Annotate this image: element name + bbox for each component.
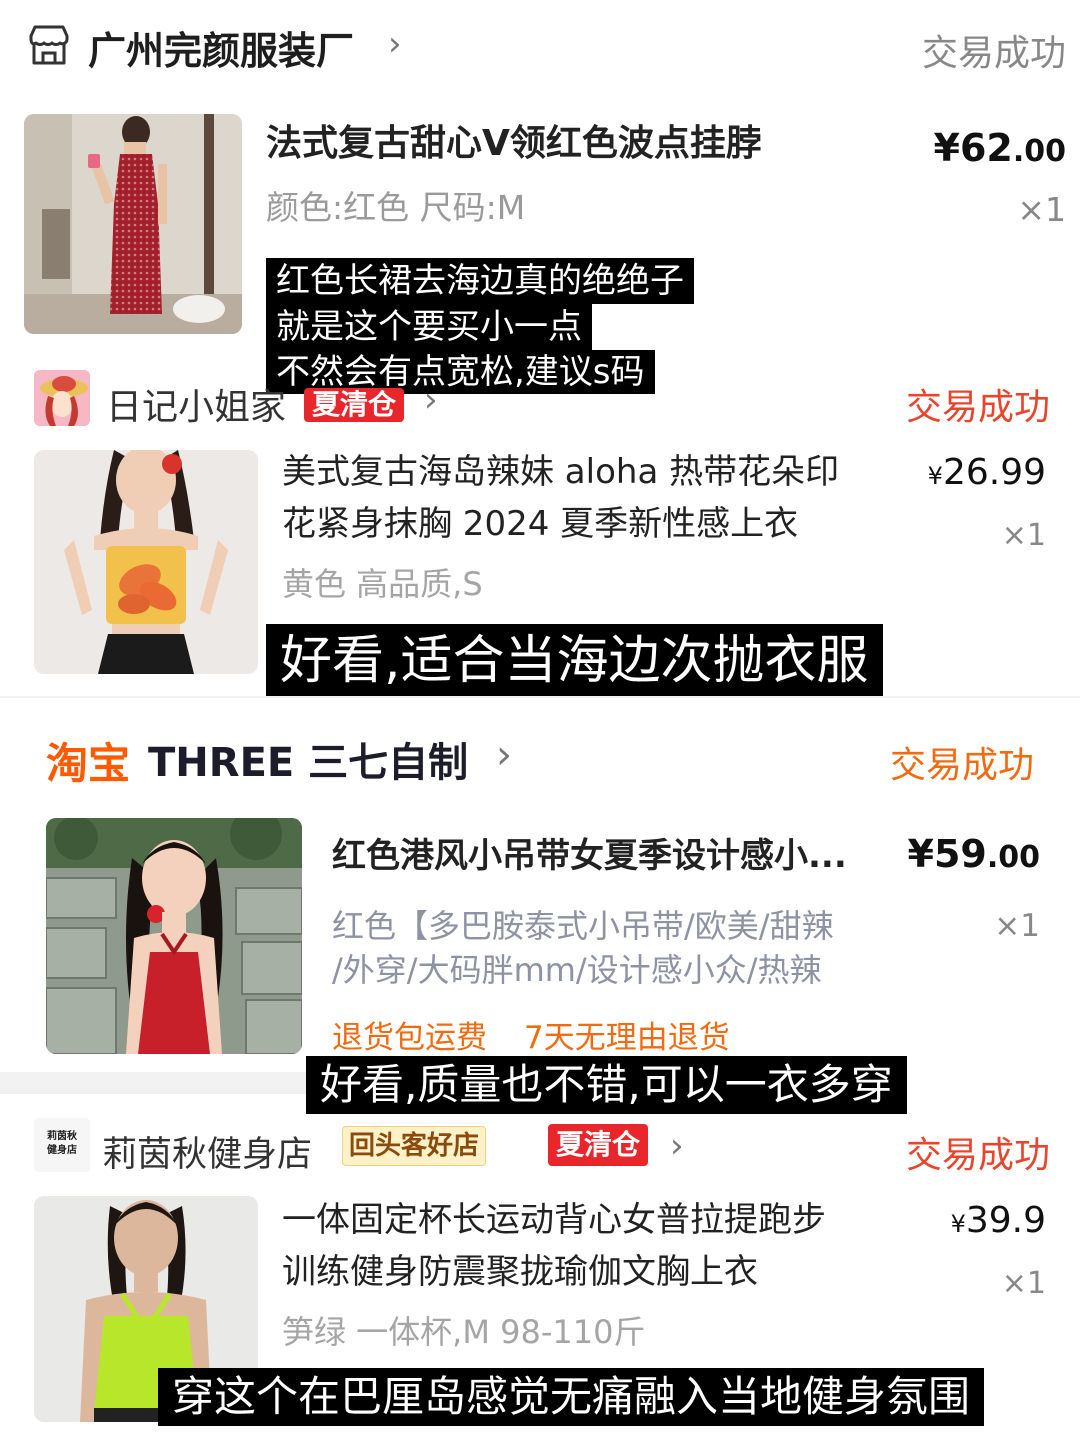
price-integer: ¥59 [907, 832, 987, 876]
caption: 好看,适合当海边次抛衣服 [266, 624, 883, 698]
product-price: ¥59.00 [908, 832, 1040, 876]
product-quantity: ×1 [1001, 1266, 1046, 1301]
price-decimal: .00 [1012, 134, 1066, 169]
chevron-right-icon[interactable]: › [424, 380, 438, 420]
price-integer: 39.9 [965, 1200, 1046, 1241]
product-spec[interactable]: 红色【多巴胺泰式小吊带/欧美/甜辣 [332, 904, 834, 948]
product-spec[interactable]: 黄色 高品质,S [282, 562, 483, 606]
product-title[interactable]: 花紧身抹胸 2024 夏季新性感上衣 [282, 498, 798, 550]
shop-name[interactable]: THREE 三七自制 [148, 730, 468, 788]
product-price: ¥62.00 [934, 126, 1066, 170]
clearance-badge: 夏清仓 [304, 388, 405, 422]
order-status: 交易成功 [905, 1135, 1050, 1176]
caption: 好看,质量也不错,可以一衣多穿 [306, 1056, 907, 1114]
price-integer: 26.99 [942, 452, 1046, 493]
price-decimal: .00 [986, 840, 1040, 875]
store-icon [26, 22, 72, 68]
shop-logo-text: 莉茵秋 [47, 1131, 77, 1142]
shop-name[interactable]: 日记小姐家 [106, 378, 286, 430]
product-spec[interactable]: /外穿/大码胖mm/设计感小众/热辣 [332, 948, 821, 992]
product-image[interactable] [46, 818, 302, 1054]
section-divider [0, 1072, 306, 1094]
repeat-customer-badge: 回头客好店 [342, 1126, 487, 1166]
taobao-logo: 淘宝 [46, 739, 131, 788]
product-title[interactable]: 红色港风小吊带女夏季设计感小... [332, 830, 847, 882]
product-title[interactable]: 法式复古甜心V领红色波点挂脖 [266, 118, 762, 170]
product-quantity: ×1 [1001, 518, 1046, 553]
shop-name[interactable]: 莉茵秋健身店 [102, 1126, 312, 1177]
section-divider [0, 696, 1080, 698]
chevron-right-icon[interactable]: › [388, 24, 402, 64]
order-status: 交易成功 [905, 387, 1050, 428]
order-status: 交易成功 [921, 33, 1066, 74]
shop-logo[interactable]: 莉茵秋 健身店 [34, 1118, 90, 1172]
product-image[interactable] [24, 114, 242, 334]
shop-avatar[interactable] [34, 370, 90, 426]
product-quantity: ×1 [994, 908, 1040, 944]
product-quantity: ×1 [1017, 190, 1066, 229]
price-symbol: ¥ [927, 462, 943, 490]
product-spec[interactable]: 笋绿 一体杯,M 98-110斤 [282, 1310, 645, 1354]
caption-line: 就是这个要买小一点 [266, 304, 592, 350]
caption-line: 红色长裙去海边真的绝绝子 [266, 258, 694, 304]
repeat-customer-label: 回头客好店 [349, 1131, 480, 1161]
product-spec[interactable]: 颜色:红色 尺码:M [266, 186, 525, 230]
price-integer: ¥62 [933, 126, 1013, 170]
chevron-right-icon[interactable]: › [496, 732, 512, 778]
shop-logo-text: 健身店 [47, 1145, 77, 1156]
product-title[interactable]: 美式复古海岛辣妹 aloha 热带花朵印 [282, 446, 839, 498]
chevron-right-icon[interactable]: › [670, 1126, 684, 1166]
service-tag-7-day-return: 7天无理由退货 [524, 1020, 730, 1056]
shop-name[interactable]: 广州完颜服装厂 [88, 20, 354, 75]
product-price: ¥26.99 [928, 452, 1046, 493]
product-title[interactable]: 训练健身防震聚拢瑜伽文胸上衣 [282, 1246, 758, 1298]
product-title[interactable]: 一体固定杯长运动背心女普拉提跑步 [282, 1194, 826, 1246]
product-price: ¥39.9 [951, 1200, 1046, 1241]
caption: 穿这个在巴厘岛感觉无痛融入当地健身氛围 [158, 1368, 985, 1426]
clearance-badge: 夏清仓 [548, 1124, 649, 1166]
product-image[interactable] [34, 450, 258, 674]
order-status: 交易成功 [889, 745, 1034, 786]
price-symbol: ¥ [950, 1210, 966, 1238]
service-tag-return-shipping: 退货包运费 [332, 1020, 487, 1056]
